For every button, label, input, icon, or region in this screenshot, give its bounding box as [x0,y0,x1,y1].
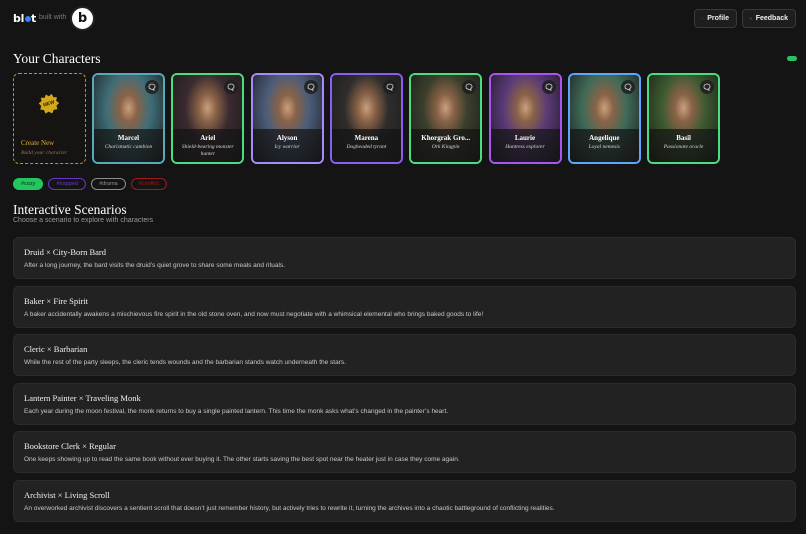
character-card[interactable]: Marcel Charismatic cambion [92,73,165,164]
tag-chip[interactable]: #conflict [130,178,167,190]
character-card[interactable]: Alyson Icy warrior [250,73,324,164]
character-carousel: NEW Create New Build your character Marc… [13,73,733,164]
chat-bubble-icon[interactable] [382,80,397,94]
character-description: Dogheaded tyrant [346,144,387,150]
character-name: Alyson [276,134,298,142]
scenario-description: One keeps showing up to read the same bo… [24,456,460,464]
scenario-title: Archivist × Living Scroll [24,490,110,500]
top-bar: bl t built with b Profile Feedback [0,0,806,38]
builder-badge-icon[interactable]: b [70,6,95,31]
character-description: Charismatic cambion [104,144,153,150]
scenario-card[interactable]: Druid × City-Born Bard After a long journ… [13,237,796,279]
app-logo[interactable]: bl t [13,12,36,25]
scenario-title: Cleric × Barbarian [24,344,88,355]
scenario-description: After a long journey, the bard visits th… [24,262,285,269]
scenario-title: Bookstore Clerk × Regular [24,441,116,452]
character-description: Loyal nemesis [588,144,620,150]
scenario-card[interactable]: Lantern Painter × Traveling Monk Each yea… [13,382,796,425]
character-caption: Alyson Icy warrior [252,129,322,162]
feedback-label: Feedback [755,15,788,22]
tag-chip[interactable]: #cozy [13,178,44,190]
character-name: Angelique [589,134,620,142]
logo-text: bl [13,12,25,25]
scenario-description: Each year during the moon festival, the … [24,407,449,415]
chat-bubble-icon[interactable] [700,80,715,94]
chat-bubble-icon[interactable] [145,80,159,94]
chat-bubble-icon[interactable] [541,80,556,94]
character-name: Laurie [514,134,536,142]
scenario-card[interactable]: Archivist × Living Scroll An overworked a… [13,480,796,522]
tag-chip[interactable]: #trapped [48,178,87,190]
character-caption: Laurie Huntress explorer [490,129,560,162]
character-description: Shield-bearing monster hunter [181,144,234,157]
character-card[interactable]: Angelique Loyal nemesis [567,73,641,164]
profile-button[interactable]: Profile [694,9,737,28]
user-icon [702,17,704,20]
create-subtitle: Build your character [21,150,68,156]
chat-bubble-icon[interactable] [303,80,318,94]
scenarios-subtitle: Choose a scenario to explore with charac… [13,217,154,224]
feedback-button[interactable]: Feedback [742,9,796,28]
scenarios-heading: Interactive Scenarios [13,202,127,217]
scenario-card[interactable]: Baker × Fire Spirit A baker accidentally … [13,285,796,328]
scenario-description: An overworked archivist discovers a sent… [24,505,555,512]
scenario-card[interactable]: Bookstore Clerk × Regular One keeps showi… [13,431,796,474]
character-card[interactable]: Marena Dogheaded tyrant [329,73,403,164]
character-description: Icy warrior [274,144,300,150]
character-name: Marena [354,134,379,142]
scenario-title: Baker × Fire Spirit [24,295,89,306]
logo-text-end: t [31,12,37,25]
characters-heading: Your Characters [13,51,101,66]
scenario-description: A baker accidentally awakens a mischievo… [24,310,484,318]
character-caption: Khorgrak Gro... Ork Kingpin [411,129,481,162]
character-name: Ariel [200,134,216,142]
builder-badge-letter: b [77,11,88,26]
characters-scroll-indicator[interactable] [787,56,797,61]
character-caption: Ariel Shield-bearing monster hunter [173,129,243,162]
logo-dot-icon [24,15,31,22]
character-caption: Marena Dogheaded tyrant [331,129,401,162]
scenario-title: Druid × City-Born Bard [24,247,106,257]
scenario-description: While the rest of the party sleeps, the … [24,359,346,367]
profile-label: Profile [707,15,729,22]
chat-bubble-icon[interactable] [620,80,635,94]
character-card[interactable]: Basil Passionate oracle [647,73,721,164]
new-badge: NEW [36,91,61,116]
character-name: Khorgrak Gro... [421,134,471,142]
character-card[interactable]: Laurie Huntress explorer [488,73,562,164]
tag-chip[interactable]: #drama [91,178,126,190]
scenario-card[interactable]: Cleric × Barbarian While the rest of the … [13,334,796,377]
character-card[interactable]: Khorgrak Gro... Ork Kingpin [409,73,483,164]
tag-filter-row: #cozy #trapped #drama #conflict [13,178,167,191]
scenario-title: Lantern Painter × Traveling Monk [24,392,141,403]
character-description: Passionate oracle [663,144,704,150]
built-with-label: built with [39,14,67,21]
character-card[interactable]: Ariel Shield-bearing monster hunter [171,73,245,164]
character-name: Marcel [117,134,140,142]
character-description: Ork Kingpin [431,144,460,150]
character-name: Basil [676,134,691,142]
feedback-icon [750,17,752,20]
create-character-card[interactable]: NEW Create New Build your character [13,73,86,164]
create-title: Create New [21,139,55,147]
character-caption: Basil Passionate oracle [649,129,719,162]
character-caption: Angelique Loyal nemesis [569,129,639,162]
character-caption: Marcel Charismatic cambion [94,129,163,162]
character-description: Huntress explorer [505,144,545,150]
